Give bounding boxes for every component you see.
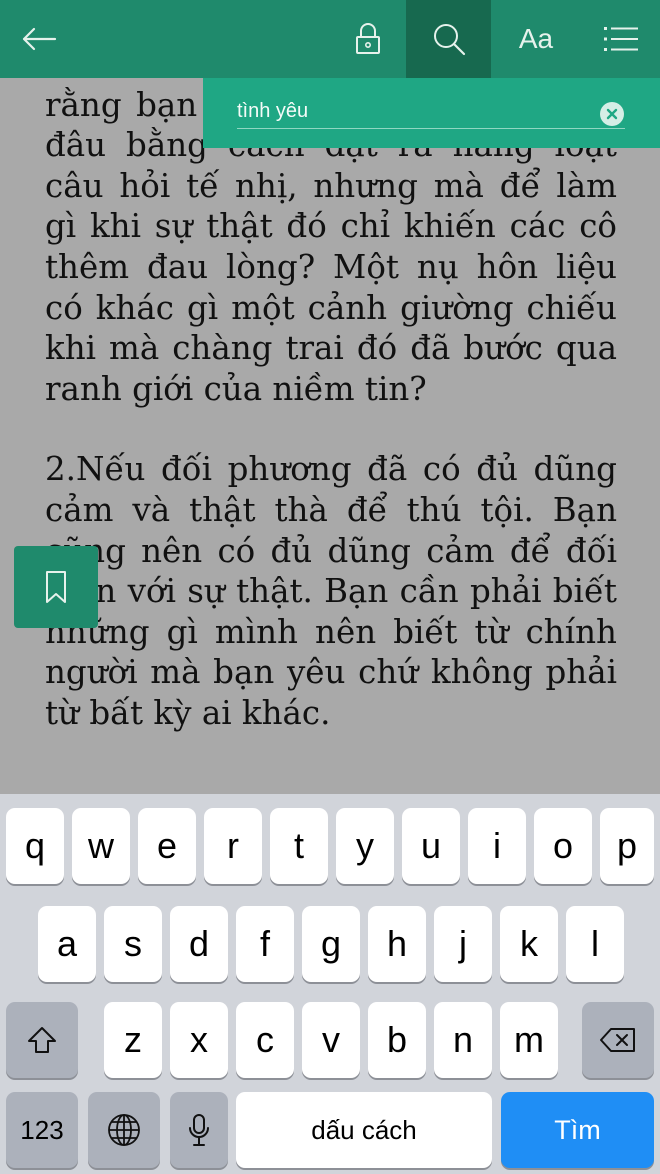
key-f[interactable]: f	[236, 906, 294, 982]
key-d[interactable]: d	[170, 906, 228, 982]
key-g[interactable]: g	[302, 906, 360, 982]
search-underline	[237, 128, 625, 129]
key-n[interactable]: n	[434, 1002, 492, 1078]
clear-search-button[interactable]	[600, 102, 624, 126]
key-u[interactable]: u	[402, 808, 460, 884]
key-k[interactable]: k	[500, 906, 558, 982]
key-y[interactable]: y	[336, 808, 394, 884]
paragraph-2: 2.Nếu đối phương đã có đủ dũng cảm và th…	[45, 450, 617, 732]
key-h[interactable]: h	[368, 906, 426, 982]
globe-icon	[108, 1114, 140, 1146]
search-icon	[433, 24, 465, 56]
search-return-key[interactable]: Tìm	[501, 1092, 654, 1168]
delete-key[interactable]	[582, 1002, 654, 1078]
search-panel	[203, 78, 660, 148]
key-m[interactable]: m	[500, 1002, 558, 1078]
top-toolbar: Aa	[0, 0, 660, 78]
arrow-left-icon	[22, 27, 57, 51]
clear-icon	[606, 108, 618, 120]
shift-icon	[28, 1027, 56, 1053]
key-c[interactable]: c	[236, 1002, 294, 1078]
key-b[interactable]: b	[368, 1002, 426, 1078]
globe-key[interactable]	[88, 1092, 160, 1168]
key-q[interactable]: q	[6, 808, 64, 884]
key-j[interactable]: j	[434, 906, 492, 982]
space-key[interactable]: dấu cách	[236, 1092, 492, 1168]
bookmark-button[interactable]	[14, 546, 98, 628]
font-label: Aa	[518, 23, 554, 54]
key-i[interactable]: i	[468, 808, 526, 884]
key-p[interactable]: p	[600, 808, 654, 884]
dictation-key[interactable]	[170, 1092, 228, 1168]
key-s[interactable]: s	[104, 906, 162, 982]
key-o[interactable]: o	[534, 808, 592, 884]
book-text: 1.Tất cả các cô gái muốn biết rằng bạn t…	[45, 45, 617, 774]
lock-icon	[356, 23, 380, 54]
microphone-icon	[189, 1114, 209, 1146]
key-w[interactable]: w	[72, 808, 130, 884]
search-button[interactable]	[406, 0, 491, 78]
delete-icon	[600, 1028, 635, 1052]
keyboard: q w e r t y u i o p a s d f g h j k l z …	[0, 794, 660, 1174]
table-of-contents-button[interactable]	[581, 0, 660, 78]
key-e[interactable]: e	[138, 808, 196, 884]
bookmark-icon	[46, 571, 66, 603]
key-t[interactable]: t	[270, 808, 328, 884]
key-a[interactable]: a	[38, 906, 96, 982]
list-icon	[603, 27, 638, 51]
key-v[interactable]: v	[302, 1002, 360, 1078]
back-button[interactable]	[0, 0, 78, 78]
key-x[interactable]: x	[170, 1002, 228, 1078]
orientation-lock-button[interactable]	[330, 0, 406, 78]
key-z[interactable]: z	[104, 1002, 162, 1078]
key-l[interactable]: l	[566, 906, 624, 982]
numbers-key[interactable]: 123	[6, 1092, 78, 1168]
key-r[interactable]: r	[204, 808, 262, 884]
shift-key[interactable]	[6, 1002, 78, 1078]
font-settings-button[interactable]: Aa	[491, 0, 581, 78]
search-input[interactable]	[237, 96, 597, 126]
